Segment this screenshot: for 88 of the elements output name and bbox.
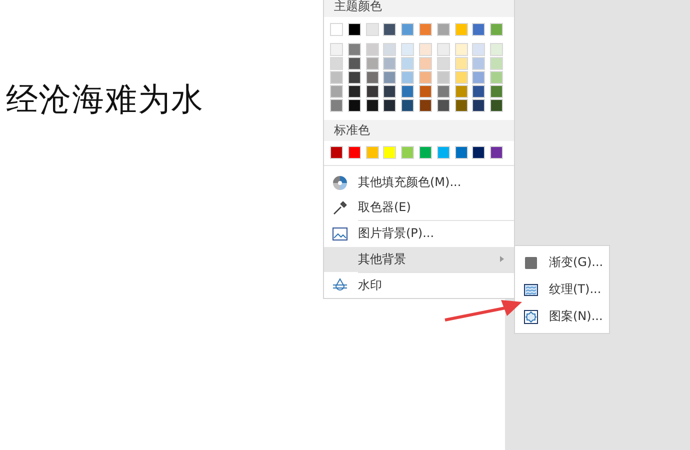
color-swatch[interactable] <box>330 146 343 159</box>
color-swatch[interactable] <box>366 146 379 159</box>
color-swatch[interactable] <box>348 146 361 159</box>
color-swatch[interactable] <box>454 43 468 56</box>
menu-item[interactable]: 其他填充颜色(M)... <box>324 170 514 196</box>
menu-item[interactable]: 取色器(E) <box>324 195 514 220</box>
color-swatch[interactable] <box>472 99 486 112</box>
color-swatch[interactable] <box>383 85 396 98</box>
color-swatch[interactable] <box>401 43 414 56</box>
color-swatch[interactable] <box>366 23 379 36</box>
color-swatch[interactable] <box>366 85 379 98</box>
color-swatch[interactable] <box>436 23 450 36</box>
color-swatch[interactable] <box>418 99 432 112</box>
color-swatch[interactable] <box>330 23 343 36</box>
color-swatch[interactable] <box>436 85 450 98</box>
color-swatch[interactable] <box>418 57 432 70</box>
color-swatch[interactable] <box>383 57 396 70</box>
section-title: 主题颜色 <box>324 0 514 17</box>
square-icon <box>523 254 539 270</box>
color-swatch[interactable] <box>383 71 396 84</box>
color-swatch[interactable] <box>348 43 361 56</box>
color-swatch[interactable] <box>348 85 361 98</box>
menu-item[interactable]: 水印 <box>324 272 514 298</box>
color-swatch[interactable] <box>418 85 432 98</box>
color-swatch[interactable] <box>401 85 414 98</box>
color-swatch[interactable] <box>436 71 450 84</box>
color-swatch[interactable] <box>366 99 379 112</box>
color-swatch[interactable] <box>418 146 432 159</box>
color-swatch[interactable] <box>454 146 468 159</box>
menu-item[interactable]: 渐变(G)... <box>515 249 609 276</box>
color-swatch[interactable] <box>330 99 343 112</box>
menu-item[interactable]: 图案(N)... <box>515 303 609 330</box>
color-swatch[interactable] <box>454 71 468 84</box>
eyedropper-icon <box>332 200 348 216</box>
color-swatch[interactable] <box>348 23 361 36</box>
color-swatch[interactable] <box>418 23 432 36</box>
color-wheel-icon <box>332 174 348 191</box>
color-swatch[interactable] <box>490 85 504 98</box>
color-swatch[interactable] <box>472 146 486 159</box>
color-swatch[interactable] <box>401 57 414 70</box>
color-swatch[interactable] <box>330 71 343 84</box>
color-swatch[interactable] <box>490 23 504 36</box>
pattern-icon <box>523 308 539 324</box>
color-swatch[interactable] <box>436 43 450 56</box>
color-swatch[interactable] <box>348 99 361 112</box>
color-swatch[interactable] <box>490 71 504 84</box>
menu-item[interactable]: 图片背景(P)... <box>324 221 514 247</box>
color-swatch[interactable] <box>454 23 468 36</box>
color-swatch[interactable] <box>383 99 396 112</box>
color-swatch[interactable] <box>401 23 414 36</box>
color-swatch[interactable] <box>472 23 486 36</box>
color-swatch[interactable] <box>418 71 432 84</box>
color-swatch[interactable] <box>383 23 396 36</box>
color-swatch[interactable] <box>366 57 379 70</box>
color-swatch[interactable] <box>490 43 504 56</box>
menu-item[interactable]: 其他背景 <box>324 246 514 272</box>
color-swatch[interactable] <box>401 71 414 84</box>
section-title: 标准色 <box>324 120 514 141</box>
color-swatch[interactable] <box>330 57 343 70</box>
color-swatch[interactable] <box>330 43 343 56</box>
color-swatch[interactable] <box>366 71 379 84</box>
color-swatch[interactable] <box>330 85 343 98</box>
color-swatch[interactable] <box>472 57 486 70</box>
color-swatch[interactable] <box>490 57 504 70</box>
menu-item[interactable]: 纹理(T)... <box>515 276 609 303</box>
color-swatch[interactable] <box>348 71 361 84</box>
color-swatch[interactable] <box>366 43 379 56</box>
color-swatch[interactable] <box>490 99 504 112</box>
color-swatch[interactable] <box>454 57 468 70</box>
color-swatch[interactable] <box>383 43 396 56</box>
color-swatch[interactable] <box>418 43 432 56</box>
color-swatch[interactable] <box>472 85 486 98</box>
texture-icon <box>523 282 539 298</box>
color-swatch[interactable] <box>436 57 450 70</box>
color-swatch[interactable] <box>454 85 468 98</box>
image-icon <box>332 226 348 242</box>
color-swatch[interactable] <box>454 99 468 112</box>
color-swatch[interactable] <box>472 71 486 84</box>
color-swatch[interactable] <box>436 99 450 112</box>
color-swatch[interactable] <box>472 43 486 56</box>
color-swatch[interactable] <box>436 146 450 159</box>
color-swatch[interactable] <box>401 146 414 159</box>
color-swatch[interactable] <box>490 146 504 159</box>
color-swatch[interactable] <box>348 57 361 70</box>
watermark-icon <box>332 277 348 294</box>
color-swatch[interactable] <box>383 146 396 159</box>
color-swatch[interactable] <box>401 99 414 112</box>
document-text: 经沧海难为水 <box>6 79 204 120</box>
